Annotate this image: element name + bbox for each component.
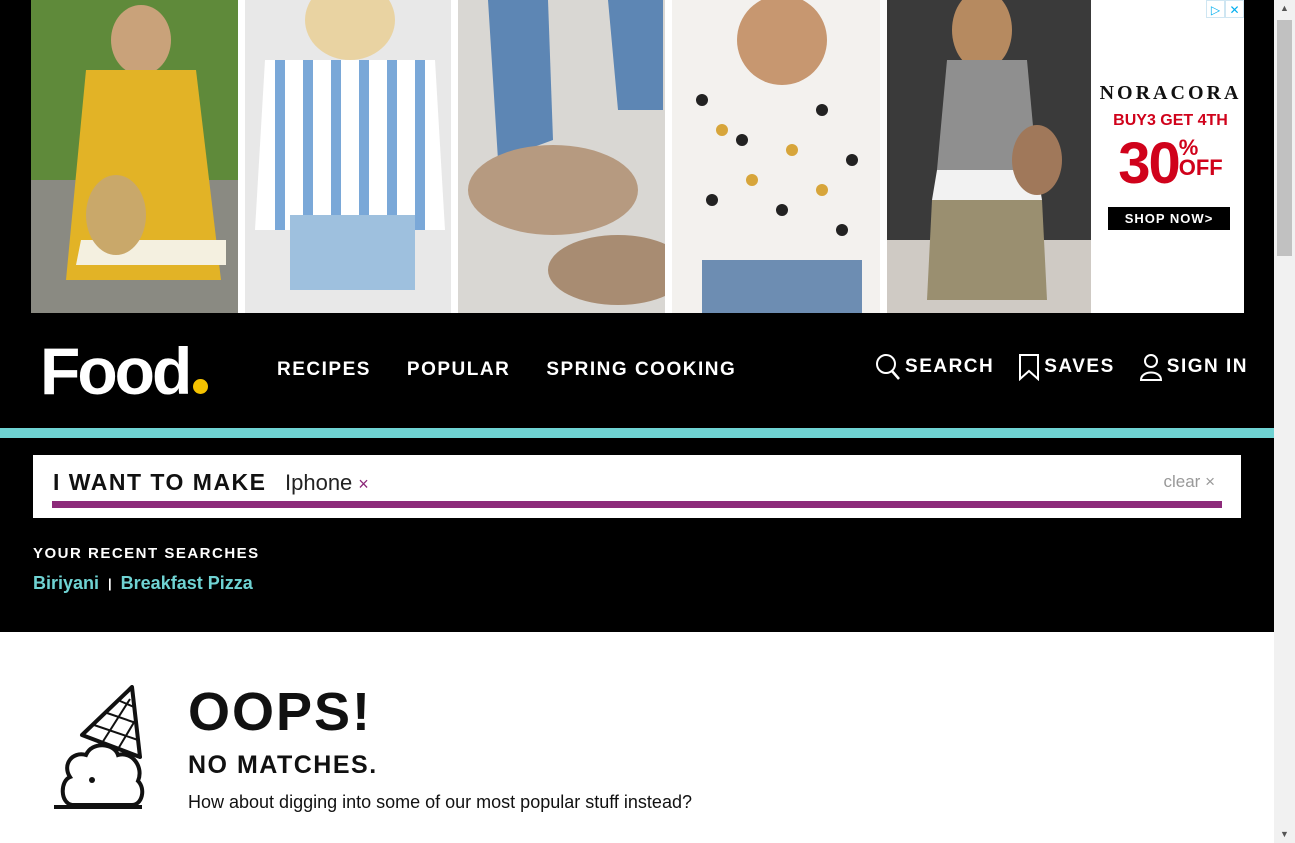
search-button[interactable]: SEARCH xyxy=(875,353,994,381)
ad-shop-now-button[interactable]: SHOP NOW> xyxy=(1108,207,1230,230)
ad-photo-clogs[interactable] xyxy=(458,0,665,313)
results-area: OOPS! NO MATCHES. How about digging into… xyxy=(0,632,1274,843)
saves-button[interactable]: SAVES xyxy=(1018,353,1115,381)
ad-choices-icon[interactable]: ▷ xyxy=(1206,0,1225,18)
ad-discount-word: OFF xyxy=(1178,155,1223,180)
ad-photo-yellow-dress[interactable] xyxy=(31,0,238,313)
ad-photo-maxi-dress[interactable] xyxy=(887,0,1091,313)
no-results-title: OOPS! xyxy=(188,682,373,742)
search-prompt-label: I WANT TO MAKE xyxy=(53,469,267,495)
sign-in-label: SIGN IN xyxy=(1166,356,1248,377)
recent-search-link[interactable]: Biriyani xyxy=(33,573,99,594)
utility-nav: SEARCH SAVES SIGN IN xyxy=(875,353,1248,381)
clear-search-button[interactable]: clear × xyxy=(1164,472,1216,492)
page: ▷ ✕ NORACORA BUY3 GET 4TH 30% OFF SHOP NO… xyxy=(0,0,1274,843)
no-results-subtitle: NO MATCHES. xyxy=(188,751,378,779)
recent-separator: | xyxy=(108,576,112,591)
ad-brand: NORACORA xyxy=(1099,82,1242,104)
search-term: Iphone xyxy=(285,470,353,495)
remove-term-icon[interactable]: × xyxy=(358,474,369,494)
recent-searches: Biriyani | Breakfast Pizza xyxy=(33,573,253,594)
search-term-chip[interactable]: Iphone × xyxy=(285,470,369,496)
ad-photo-polka-dot-shirt[interactable] xyxy=(672,0,880,313)
food-logo[interactable]: Food xyxy=(40,333,209,409)
ad-discount-number: 30 xyxy=(1118,131,1180,196)
logo-dot xyxy=(193,379,209,394)
user-icon xyxy=(1139,354,1162,381)
nav-popular[interactable]: POPULAR xyxy=(407,359,510,381)
bookmark-icon xyxy=(1019,354,1040,381)
recent-search-link[interactable]: Breakfast Pizza xyxy=(121,573,253,594)
header-divider xyxy=(0,428,1274,438)
search-underline xyxy=(52,501,1222,508)
scroll-thumb[interactable] xyxy=(1277,20,1292,256)
ad-deal-text: BUY3 GET 4TH xyxy=(1113,112,1228,129)
search-label: SEARCH xyxy=(905,356,995,377)
ad-close-icon[interactable]: ✕ xyxy=(1225,0,1244,18)
ad-photo-striped-shirt[interactable] xyxy=(245,0,451,313)
saves-label: SAVES xyxy=(1044,356,1115,377)
scroll-down-icon[interactable]: ▼ xyxy=(1274,826,1295,843)
main-nav: RECIPES POPULAR SPRING COOKING xyxy=(277,359,736,381)
site-header: Food RECIPES POPULAR SPRING COOKING SEAR… xyxy=(0,313,1274,428)
search-icon xyxy=(876,354,900,380)
dropped-ice-cream-icon xyxy=(54,685,145,809)
ad-discount: 30% OFF xyxy=(1097,130,1244,197)
logo-text: Food xyxy=(40,334,192,408)
nav-recipes[interactable]: RECIPES xyxy=(277,359,371,381)
ad-badges: ▷ ✕ xyxy=(1206,0,1244,18)
nav-spring-cooking[interactable]: SPRING COOKING xyxy=(546,359,736,381)
no-results-message: How about digging into some of our most … xyxy=(188,792,692,812)
search-box[interactable]: I WANT TO MAKE Iphone × clear × xyxy=(33,455,1241,518)
vertical-scrollbar[interactable]: ▲ ▼ xyxy=(1274,0,1295,843)
scroll-up-icon[interactable]: ▲ xyxy=(1274,0,1295,17)
recent-searches-title: YOUR RECENT SEARCHES xyxy=(33,545,260,562)
ad-banner[interactable]: ▷ ✕ NORACORA BUY3 GET 4TH 30% OFF SHOP NO… xyxy=(31,0,1244,313)
sign-in-button[interactable]: SIGN IN xyxy=(1139,353,1248,381)
